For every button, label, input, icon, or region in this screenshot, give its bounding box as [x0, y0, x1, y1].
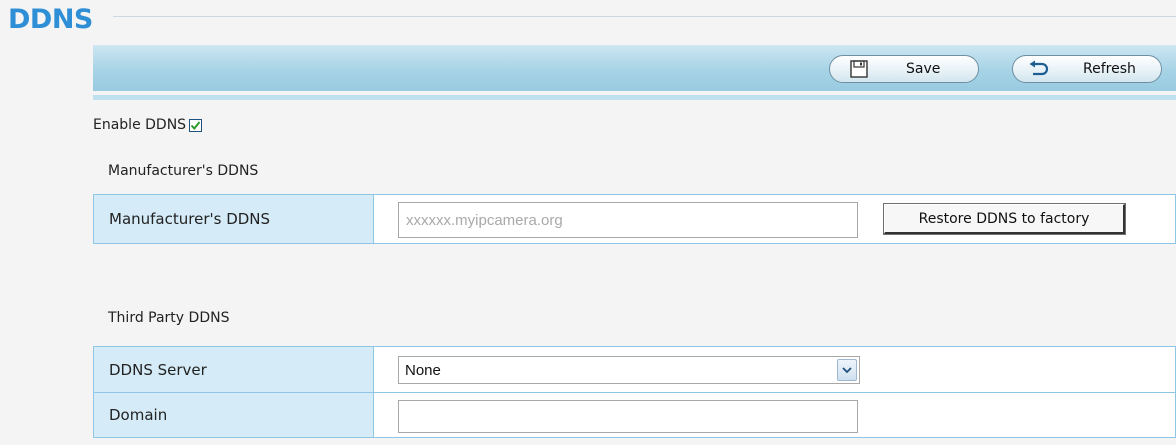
enable-ddns-checkbox[interactable] — [189, 118, 203, 132]
manufacturer-section-title: Manufacturer's DDNS — [108, 163, 259, 179]
ddns-server-select[interactable]: None — [398, 356, 860, 384]
chevron-down-icon[interactable] — [837, 359, 857, 381]
ddns-server-label: DDNS Server — [93, 346, 374, 392]
enable-ddns-row: Enable DDNS — [93, 117, 203, 133]
floppy-disk-icon — [848, 60, 870, 78]
restore-ddns-button[interactable]: Restore DDNS to factory — [883, 203, 1126, 235]
domain-value-cell — [374, 392, 1176, 438]
ddns-server-row: DDNS Server None — [93, 346, 1176, 392]
toolbar-divider — [93, 95, 1176, 100]
third-party-section-title: Third Party DDNS — [108, 310, 230, 326]
ddns-server-selected: None — [405, 361, 441, 379]
refresh-button[interactable]: Refresh — [1012, 55, 1162, 83]
manufacturer-ddns-row: Manufacturer's DDNS Restore DDNS to fact… — [93, 194, 1176, 244]
manufacturer-ddns-input[interactable] — [398, 202, 858, 238]
page-title: DDNS — [8, 4, 93, 35]
refresh-arrow-icon — [1025, 60, 1053, 78]
manufacturer-ddns-value-cell: Restore DDNS to factory — [374, 194, 1176, 244]
domain-label: Domain — [93, 392, 374, 438]
enable-ddns-label: Enable DDNS — [93, 117, 187, 133]
domain-input[interactable] — [398, 400, 858, 433]
refresh-label: Refresh — [1083, 61, 1136, 77]
save-label: Save — [906, 61, 941, 77]
domain-row: Domain — [93, 392, 1176, 438]
title-divider — [113, 16, 1176, 17]
manufacturer-ddns-label: Manufacturer's DDNS — [93, 194, 374, 244]
ddns-server-value-cell: None — [374, 346, 1176, 392]
save-button[interactable]: Save — [829, 55, 979, 83]
checkmark-icon — [190, 120, 201, 130]
